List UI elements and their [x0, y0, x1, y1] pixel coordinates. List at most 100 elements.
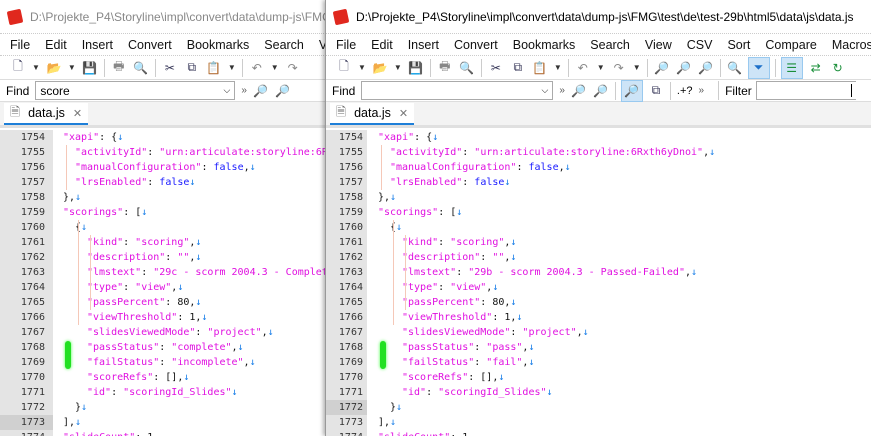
find-icon[interactable]: 🔎: [654, 60, 670, 76]
json-key: "lrsEnabled": [390, 177, 463, 188]
filter-group: Filter: [718, 81, 856, 100]
open-folder-icon[interactable]: 📂: [46, 60, 62, 76]
copy-icon[interactable]: ⧉: [184, 60, 200, 76]
more-options-icon[interactable]: »: [699, 85, 705, 96]
chevron-down-icon[interactable]: ⌵: [224, 85, 231, 96]
paste-icon[interactable]: 📋: [532, 60, 548, 76]
line-number: 1770: [0, 370, 53, 385]
chevron-down-icon[interactable]: ▼: [597, 63, 605, 72]
code-editor[interactable]: 1754 "xapi": {↓ 1755 "activityId": "urn:art…: [0, 130, 326, 436]
menu-search[interactable]: Search: [590, 38, 630, 52]
menu-convert[interactable]: Convert: [128, 38, 172, 52]
json-key: "passStatus": [87, 342, 160, 353]
line-number: 1763: [0, 265, 53, 280]
code-editor[interactable]: 1754 "xapi": {↓ 1755 "activityId": "urn:art…: [326, 130, 871, 436]
json-punctuation: :: [492, 312, 505, 323]
close-icon[interactable]: ✕: [399, 107, 408, 120]
menu-insert[interactable]: Insert: [82, 38, 113, 52]
line-number: 1773: [326, 415, 367, 430]
chevron-down-icon[interactable]: ⌵: [542, 85, 549, 96]
save-icon[interactable]: 💾: [408, 60, 424, 76]
compare-icon[interactable]: ⇄: [808, 60, 824, 76]
find-input[interactable]: score ⌵: [35, 81, 236, 100]
find-previous-icon[interactable]: 🔎: [571, 83, 587, 99]
print-icon[interactable]: 🖶: [111, 59, 127, 76]
json-punctuation: :: [195, 327, 208, 338]
find-input[interactable]: ⌵: [361, 81, 554, 100]
undo-icon[interactable]: ↶: [249, 60, 265, 76]
menu-file[interactable]: File: [336, 38, 356, 52]
redo-icon[interactable]: ↷: [285, 60, 301, 76]
line-number: 1772: [0, 400, 53, 415]
chevron-down-icon[interactable]: ▼: [394, 63, 402, 72]
json-string: "29b - scorm 2004.3 - Passed-Failed": [468, 267, 685, 278]
copy-icon[interactable]: ⧉: [510, 60, 526, 76]
refresh-compare-icon[interactable]: ↻: [830, 60, 846, 76]
menu-bookmarks[interactable]: Bookmarks: [187, 38, 250, 52]
tab-data-js[interactable]: 🗎 data.js ✕: [330, 103, 415, 125]
save-icon[interactable]: 💾: [82, 60, 98, 76]
menu-csv[interactable]: CSV: [687, 38, 713, 52]
menu-bookmarks[interactable]: Bookmarks: [513, 38, 576, 52]
chevron-down-icon[interactable]: ▼: [228, 63, 236, 72]
find-next-icon[interactable]: 🔎: [698, 60, 714, 76]
print-preview-icon[interactable]: 🔍: [459, 60, 475, 76]
menu-file[interactable]: File: [10, 38, 30, 52]
filter-input[interactable]: [755, 81, 856, 100]
json-punctuation: :: [159, 342, 172, 353]
highlight-all-icon[interactable]: 🔎: [620, 79, 643, 102]
redo-icon[interactable]: ↷: [611, 60, 627, 76]
print-icon[interactable]: 🖶: [437, 59, 453, 76]
print-preview-icon[interactable]: 🔍: [133, 60, 149, 76]
new-file-icon[interactable]: 🗋: [336, 59, 352, 76]
line-number: 1769: [326, 355, 367, 370]
code-text: "kind": "scoring",↓: [402, 235, 516, 250]
find-previous-icon[interactable]: 🔎: [253, 83, 269, 99]
regex-toggle[interactable]: .+?: [677, 85, 693, 97]
json-string: "scoringId_Slides": [438, 387, 547, 398]
menu-compare[interactable]: Compare: [765, 38, 816, 52]
chevron-down-icon[interactable]: ▼: [358, 63, 366, 72]
paste-icon[interactable]: 📋: [206, 60, 222, 76]
code-line: 1767 "slidesViewedMode": "project",↓: [326, 325, 871, 340]
find-next-icon[interactable]: 🔎: [593, 83, 609, 99]
json-punctuation: },: [63, 192, 76, 203]
find-previous-icon[interactable]: 🔎: [676, 60, 692, 76]
json-key: "slideCount": [63, 432, 135, 436]
code-line: 1767 "slidesViewedMode": "project",↓: [0, 325, 326, 340]
chevron-down-icon[interactable]: ▼: [68, 63, 76, 72]
close-icon[interactable]: ✕: [73, 107, 82, 120]
chevron-down-icon[interactable]: ▼: [633, 63, 641, 72]
find-in-files-icon[interactable]: 🔍: [727, 60, 743, 76]
find-bar: Find score ⌵ » 🔎 🔎: [0, 79, 326, 102]
cut-icon[interactable]: ✂: [488, 60, 504, 76]
menu-macros[interactable]: Macros: [832, 38, 871, 52]
chevron-down-icon[interactable]: ▼: [271, 63, 279, 72]
cut-icon[interactable]: ✂: [162, 60, 178, 76]
menu-convert[interactable]: Convert: [454, 38, 498, 52]
open-folder-icon[interactable]: 📂: [372, 60, 388, 76]
newline-icon: ↓: [195, 252, 202, 263]
tab-data-js[interactable]: 🗎 data.js ✕: [4, 103, 89, 125]
find-next-icon[interactable]: 🔎: [275, 83, 291, 99]
sync-scroll-icon[interactable]: ☰: [780, 56, 803, 79]
more-options-icon[interactable]: »: [559, 85, 565, 96]
code-text: }↓: [75, 400, 87, 415]
tab-label: data.js: [28, 106, 65, 120]
json-string: "pass": [486, 342, 523, 353]
chevron-down-icon[interactable]: ▼: [554, 63, 562, 72]
line-number: 1764: [0, 280, 53, 295]
new-file-icon[interactable]: 🗋: [10, 59, 26, 76]
code-line: 1774 "slideCount": 1,: [326, 430, 871, 436]
menu-edit[interactable]: Edit: [45, 38, 67, 52]
find-all-icon[interactable]: ⧉: [648, 83, 664, 99]
filter-icon[interactable]: ⏷: [747, 56, 770, 79]
menu-search[interactable]: Search: [264, 38, 304, 52]
menu-insert[interactable]: Insert: [408, 38, 439, 52]
menu-sort[interactable]: Sort: [727, 38, 750, 52]
menu-edit[interactable]: Edit: [371, 38, 393, 52]
menu-view[interactable]: View: [645, 38, 672, 52]
chevron-down-icon[interactable]: ▼: [32, 63, 40, 72]
more-options-icon[interactable]: »: [241, 85, 247, 96]
undo-icon[interactable]: ↶: [575, 60, 591, 76]
